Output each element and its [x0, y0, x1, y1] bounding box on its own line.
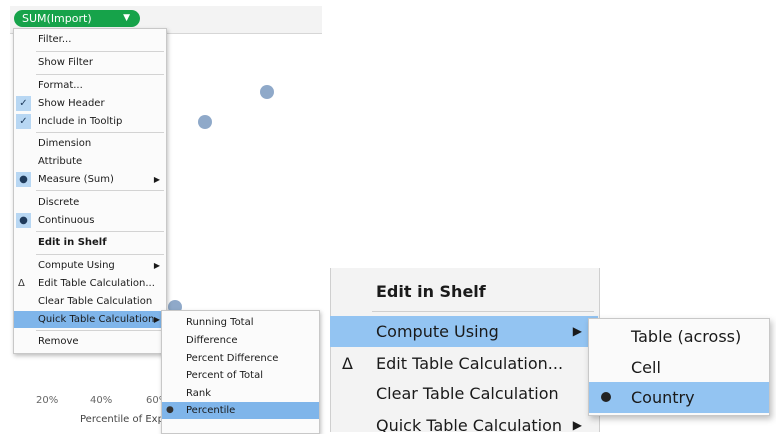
compute-using-submenu: Table (across) Cell Country — [588, 318, 770, 416]
menu-divider — [372, 311, 594, 312]
data-point[interactable] — [198, 115, 212, 129]
menu-item-edit-table-calculation[interactable]: Δ Edit Table Calculation... — [14, 275, 166, 292]
submenu-arrow-icon: ▶ — [153, 315, 160, 324]
menu-item-include-in-tooltip[interactable]: ✓ Include in Tooltip — [14, 113, 166, 130]
menu-item-label: Running Total — [186, 317, 254, 328]
menu-item-remove[interactable]: Remove — [14, 333, 166, 350]
menu-item-continuous[interactable]: ● Continuous — [14, 212, 166, 229]
menu-divider — [36, 51, 164, 52]
menu-divider — [36, 74, 164, 75]
menu-item-label: Compute Using — [376, 322, 499, 341]
menu-item-label: Clear Table Calculation — [376, 384, 559, 403]
menu-item-label: Include in Tooltip — [38, 116, 123, 127]
submenu-arrow-icon: ▶ — [572, 418, 582, 432]
menu-item-rank[interactable]: Rank — [162, 385, 319, 402]
delta-triangle-icon: Δ — [342, 354, 353, 373]
data-point[interactable] — [260, 85, 274, 99]
menu-item-percentile[interactable]: ● Percentile — [162, 402, 319, 419]
menu-item-label: Quick Table Calculation — [376, 416, 563, 432]
menu-item-percent-difference[interactable]: Percent Difference — [162, 350, 319, 367]
menu-item-compute-using[interactable]: Compute Using ▶ — [14, 257, 166, 274]
delta-triangle-icon: Δ — [18, 278, 25, 289]
menu-divider — [36, 231, 164, 232]
submenu-item-country[interactable]: Country — [589, 382, 769, 413]
menu-divider — [36, 190, 164, 191]
submenu-arrow-icon: ▶ — [153, 261, 160, 270]
bullet-icon — [601, 392, 611, 402]
x-tick-label: 40% — [90, 395, 113, 406]
menu-item-label: Dimension — [38, 138, 92, 149]
menu-item-label: Discrete — [38, 197, 80, 208]
submenu-item-table-across[interactable]: Table (across) — [589, 321, 769, 352]
menu-item-label: Continuous — [38, 215, 95, 226]
zoom-menu-item-edit-table-calculation[interactable]: Δ Edit Table Calculation... — [330, 348, 598, 379]
menu-item-running-total[interactable]: Running Total — [162, 314, 319, 331]
menu-item-difference[interactable]: Difference — [162, 332, 319, 349]
menu-divider — [36, 330, 164, 331]
menu-item-label: Table (across) — [631, 327, 742, 346]
menu-item-label: Measure (Sum) — [38, 174, 114, 185]
bullet-icon: ● — [16, 213, 31, 228]
menu-item-label: Difference — [186, 335, 238, 346]
menu-item-dimension[interactable]: Dimension — [14, 135, 166, 152]
menu-item-label: Percent Difference — [186, 353, 279, 364]
menu-item-label: Show Filter — [38, 57, 93, 68]
submenu-arrow-icon: ▶ — [572, 324, 582, 338]
menu-item-format[interactable]: Format... — [14, 77, 166, 94]
menu-item-label: Rank — [186, 388, 211, 399]
menu-item-show-header[interactable]: ✓ Show Header — [14, 95, 166, 112]
zoom-menu-item-compute-using[interactable]: Compute Using ▶ — [330, 316, 598, 347]
bullet-icon: ● — [16, 172, 31, 187]
menu-item-label: Compute Using — [38, 260, 115, 271]
menu-item-label: Edit in Shelf — [38, 237, 107, 248]
menu-item-clear-table-calculation[interactable]: Clear Table Calculation — [14, 293, 166, 310]
menu-item-label: Clear Table Calculation — [38, 296, 153, 307]
chevron-down-icon[interactable]: ▼ — [123, 10, 130, 27]
menu-item-label: Percentile — [186, 405, 236, 416]
menu-item-label: Country — [631, 388, 695, 407]
quick-table-calculation-submenu: Running Total Difference Percent Differe… — [161, 310, 320, 434]
pill-label: SUM(Import) — [22, 12, 92, 25]
checkmark-icon: ✓ — [16, 114, 31, 129]
menu-item-label: Edit Table Calculation... — [38, 278, 155, 289]
menu-item-show-filter[interactable]: Show Filter — [14, 54, 166, 71]
checkmark-icon: ✓ — [16, 96, 31, 111]
menu-item-attribute[interactable]: Attribute — [14, 153, 166, 170]
menu-item-label: Attribute — [38, 156, 83, 167]
sum-import-pill[interactable]: SUM(Import) ▼ — [14, 10, 140, 27]
menu-item-label: Edit Table Calculation... — [376, 354, 564, 373]
x-axis-title: Percentile of Exp — [80, 414, 164, 425]
menu-divider — [36, 132, 164, 133]
menu-item-measure-sum[interactable]: ● Measure (Sum) ▶ — [14, 171, 166, 188]
submenu-arrow-icon: ▶ — [153, 175, 160, 184]
menu-item-label: Edit in Shelf — [376, 282, 486, 301]
menu-item-label: Percent of Total — [186, 370, 263, 381]
menu-item-label: Format... — [38, 80, 83, 91]
menu-item-label: Quick Table Calculation — [38, 314, 155, 325]
zoom-menu-item-edit-in-shelf[interactable]: Edit in Shelf — [330, 276, 598, 307]
zoom-menu-item-quick-table-calculation[interactable]: Quick Table Calculation ▶ — [330, 410, 598, 432]
menu-item-label: Show Header — [38, 98, 105, 109]
menu-item-percent-of-total[interactable]: Percent of Total — [162, 367, 319, 384]
menu-item-label: Filter... — [38, 34, 72, 45]
menu-item-edit-in-shelf[interactable]: Edit in Shelf — [14, 234, 166, 251]
menu-divider — [36, 254, 164, 255]
x-tick-label: 20% — [36, 395, 59, 406]
menu-item-filter[interactable]: Filter... — [14, 31, 166, 48]
menu-item-label: Cell — [631, 358, 661, 377]
menu-item-label: Remove — [38, 336, 79, 347]
menu-item-quick-table-calculation[interactable]: Quick Table Calculation ▶ — [14, 311, 166, 328]
zoom-menu-item-clear-table-calculation[interactable]: Clear Table Calculation — [330, 378, 598, 409]
menu-item-discrete[interactable]: Discrete — [14, 194, 166, 211]
bullet-icon: ● — [166, 405, 174, 415]
pill-context-menu: Filter... Show Filter Format... ✓ Show H… — [13, 28, 167, 354]
submenu-item-cell[interactable]: Cell — [589, 352, 769, 383]
